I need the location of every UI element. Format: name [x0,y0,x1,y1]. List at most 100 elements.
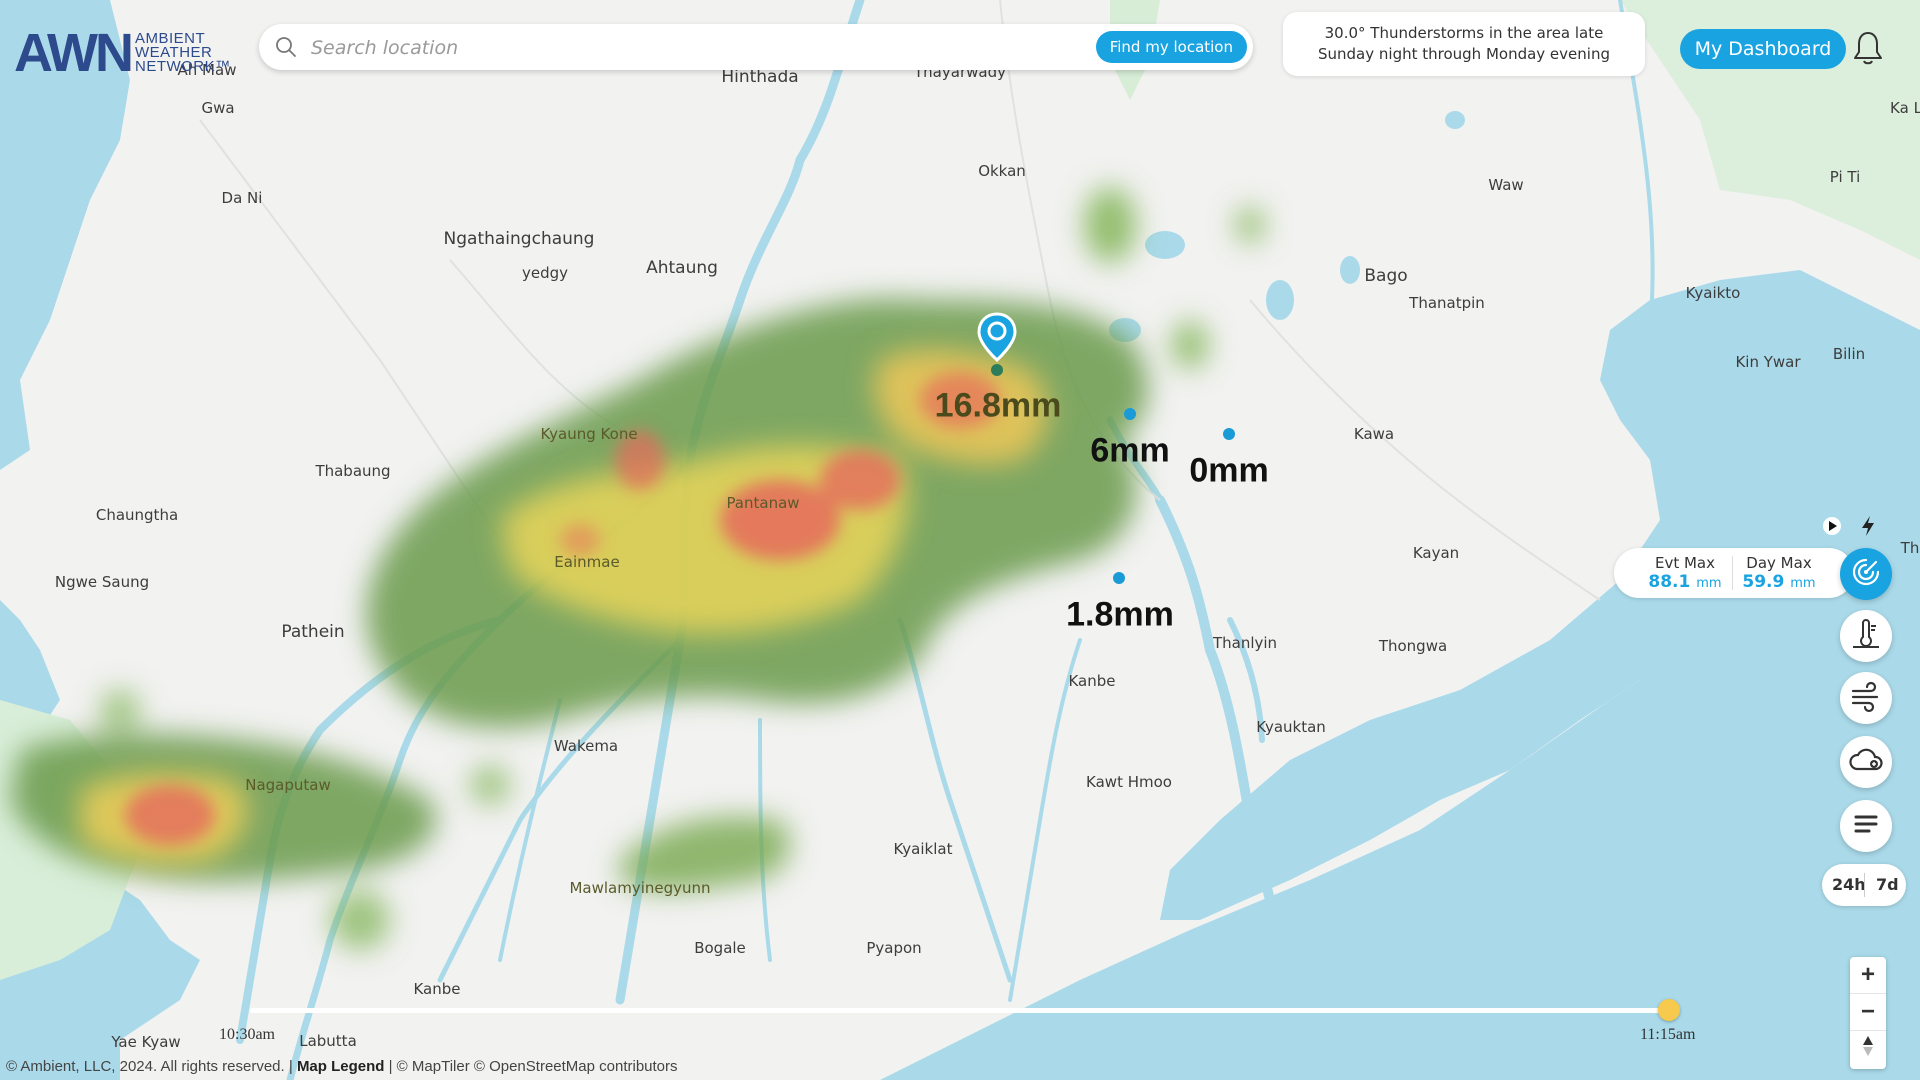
compass-reset-button[interactable] [1850,1031,1886,1067]
place-label: Labutta [299,1032,357,1050]
search-bar: Find my location [259,24,1253,72]
place-label: Kanbe [413,980,461,998]
zoom-out-button[interactable]: − [1850,994,1886,1031]
place-label: Th [1900,539,1920,557]
place-label: Kanbe [1068,672,1116,690]
place-label: Eainmae [554,553,620,571]
place-label: yedgy [521,264,569,282]
menu-icon [1853,813,1879,840]
event-max: Evt Max 88.1 mm [1640,554,1730,592]
event-max-value: 88.1 mm [1640,572,1730,592]
timeline-end-label: 11:15am [1640,1026,1696,1043]
lightning-icon[interactable] [1854,512,1882,540]
map-footer: © Ambient, LLC, 2024. All rights reserve… [6,1058,678,1075]
station-rain-label[interactable]: 16.8mm [935,387,1062,426]
place-label: Thanatpin [1409,294,1485,312]
place-label: Pathein [281,622,345,642]
timeline-scrubber[interactable] [1658,999,1680,1021]
station-dot[interactable] [1113,572,1125,584]
range-7d-button[interactable]: 7d [1876,875,1899,894]
place-label: Okkan [978,162,1026,180]
app-logo[interactable]: AWN AMBIENT WEATHER NETWORK™ [14,26,231,80]
place-label: Ahtaung [646,258,718,278]
forecast-summary[interactable]: 30.0° Thunderstorms in the area late Sun… [1283,12,1645,76]
place-label: Waw [1488,176,1524,194]
range-24h-button[interactable]: 24h [1832,875,1866,894]
logo-wordmark: AMBIENT WEATHER NETWORK™ [134,31,231,75]
event-max-label: Evt Max [1654,554,1715,572]
logo-mark: AWN [14,23,134,83]
find-my-location-button[interactable]: Find my location [1095,31,1247,63]
place-label: Wakema [553,737,619,755]
place-label: Chaungtha [95,506,179,524]
place-label: Pyapon [866,939,922,957]
place-label: Thongwa [1378,637,1448,655]
day-max-value: 59.9 mm [1734,572,1824,592]
wind-icon [1849,679,1883,718]
place-label: Ngathaingchaung [443,229,595,249]
station-dot[interactable] [1124,408,1136,420]
place-label: Da Ni [221,189,263,207]
event-max-unit: mm [1696,576,1722,591]
timeline-start-label: 10:30am [219,1026,275,1043]
rain-max-panel: Evt Max 88.1 mm Day Max 59.9 mm [1614,548,1854,598]
place-label: Bogale [694,939,746,957]
notifications-bell-icon[interactable] [1852,30,1884,71]
day-max-unit: mm [1790,576,1816,591]
attribution-text: | © MapTiler © OpenStreetMap contributor… [384,1058,678,1075]
station-rain-label[interactable]: 0mm [1189,452,1268,491]
place-label: Kayan [1412,544,1460,562]
map-legend-link[interactable]: Map Legend [297,1058,385,1075]
station-rain-label[interactable]: 6mm [1090,432,1169,471]
place-label: Bilin [1832,345,1866,363]
place-label: Ngwe Saung [54,573,150,591]
place-label: Pantanaw [726,494,800,512]
cloud-layer-button[interactable] [1840,736,1892,788]
place-label: Kyaung Kone [540,425,638,443]
day-max: Day Max 59.9 mm [1734,554,1824,592]
search-input[interactable] [309,24,1053,72]
menu-button[interactable] [1840,800,1892,852]
place-label: Nagaputaw [245,776,331,794]
time-range-toggle: 24h 7d [1822,864,1906,906]
zoom-control: + − [1850,957,1886,1069]
event-max-number: 88.1 [1648,572,1691,592]
place-label: Bago [1364,266,1408,286]
place-label: Kyauktan [1256,718,1326,736]
place-label: Mawlamyinegyunn [569,879,711,897]
temperature-layer-button[interactable] [1840,610,1892,662]
place-label: Kyaiklat [893,840,953,858]
place-label: Ka L [1890,99,1920,117]
place-label: Thabaung [315,462,391,480]
radar-icon [1849,555,1883,594]
copyright-text: © Ambient, LLC, 2024. All rights reserve… [6,1058,297,1075]
day-max-number: 59.9 [1742,572,1785,592]
station-dot[interactable] [1223,428,1235,440]
divider [1732,556,1733,590]
wind-layer-button[interactable] [1840,672,1892,724]
divider [1864,873,1865,897]
cloud-icon [1848,745,1884,780]
place-label: Pi Ti [1829,168,1861,186]
place-label: Kawa [1353,425,1395,443]
location-pin-icon[interactable] [977,312,1017,369]
temperature-icon [1849,617,1883,656]
forecast-text: 30.0° Thunderstorms in the area late Sun… [1318,24,1610,63]
search-icon [275,36,297,63]
station-rain-label[interactable]: 1.8mm [1066,596,1174,635]
play-icon[interactable] [1818,512,1846,540]
place-label: Kawt Hmoo [1086,773,1172,791]
radar-layer-button[interactable] [1840,548,1892,600]
place-label: Kin Ywar [1735,353,1801,371]
zoom-in-button[interactable]: + [1850,957,1886,994]
place-label: Yae Kyaw [111,1033,181,1051]
timeline-track[interactable] [250,1008,1670,1013]
place-label: Gwa [201,99,235,117]
compass-icon [1861,1034,1875,1065]
logo-line: NETWORK™ [134,58,231,75]
station-dot[interactable] [991,364,1003,376]
place-label: Thanlyin [1212,634,1278,652]
day-max-label: Day Max [1746,554,1812,572]
my-dashboard-button[interactable]: My Dashboard [1680,29,1846,69]
weather-map[interactable] [0,0,1920,1080]
